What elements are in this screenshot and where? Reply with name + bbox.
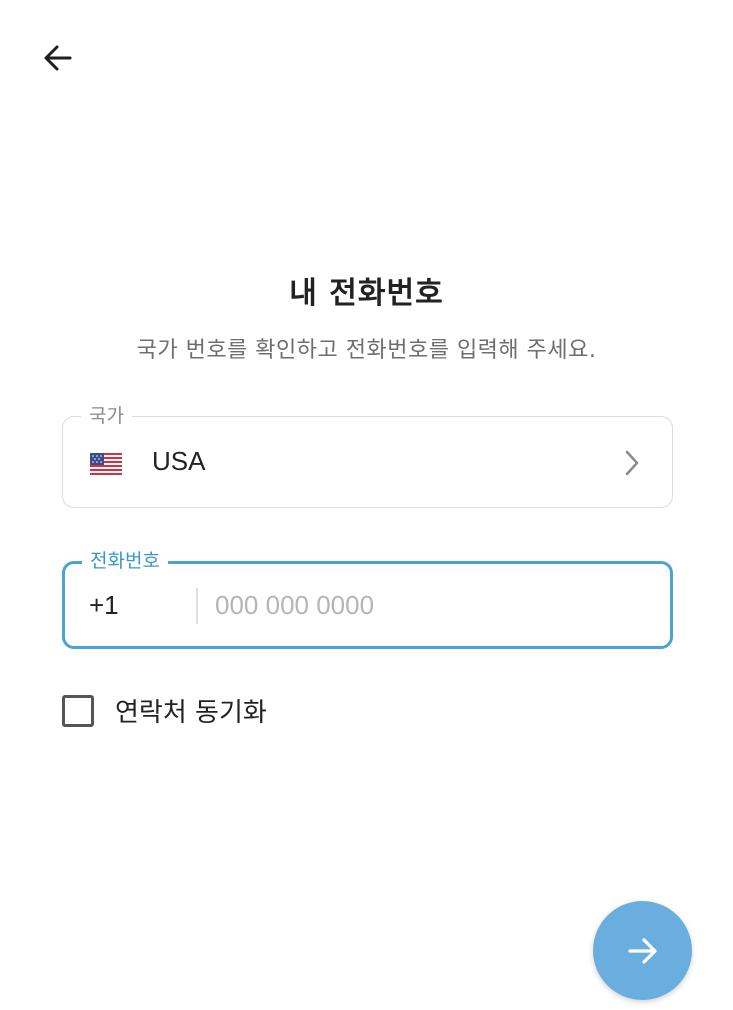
us-flag-icon: [90, 453, 122, 475]
country-field-label: 국가: [81, 402, 132, 430]
dial-code: +1: [89, 590, 119, 620]
dial-code-divider: [196, 588, 198, 624]
phone-number-screen: 내 전화번호 국가 번호를 확인하고 전화번호를 입력해 주세요. 국가 USA: [0, 0, 733, 1010]
arrow-left-icon: [44, 45, 72, 71]
next-button[interactable]: [593, 901, 692, 1000]
contacts-sync-label: 연락처 동기화: [115, 698, 267, 728]
country-selector[interactable]: 국가 USA: [62, 402, 673, 508]
back-button[interactable]: [34, 34, 82, 82]
page-title: 내 전화번호: [289, 276, 444, 311]
page-subtitle: 국가 번호를 확인하고 전화번호를 입력해 주세요.: [136, 338, 597, 363]
contacts-sync-toggle[interactable]: 연락처 동기화: [62, 692, 267, 729]
chevron-right-icon: [625, 450, 639, 476]
phone-number-field: 전화번호 +1: [62, 547, 673, 649]
arrow-right-icon: [627, 937, 657, 964]
country-name: USA: [152, 446, 206, 476]
contacts-sync-checkbox[interactable]: [62, 694, 94, 727]
phone-field-label: 전화번호: [82, 547, 168, 575]
phone-number-input[interactable]: [215, 582, 635, 628]
